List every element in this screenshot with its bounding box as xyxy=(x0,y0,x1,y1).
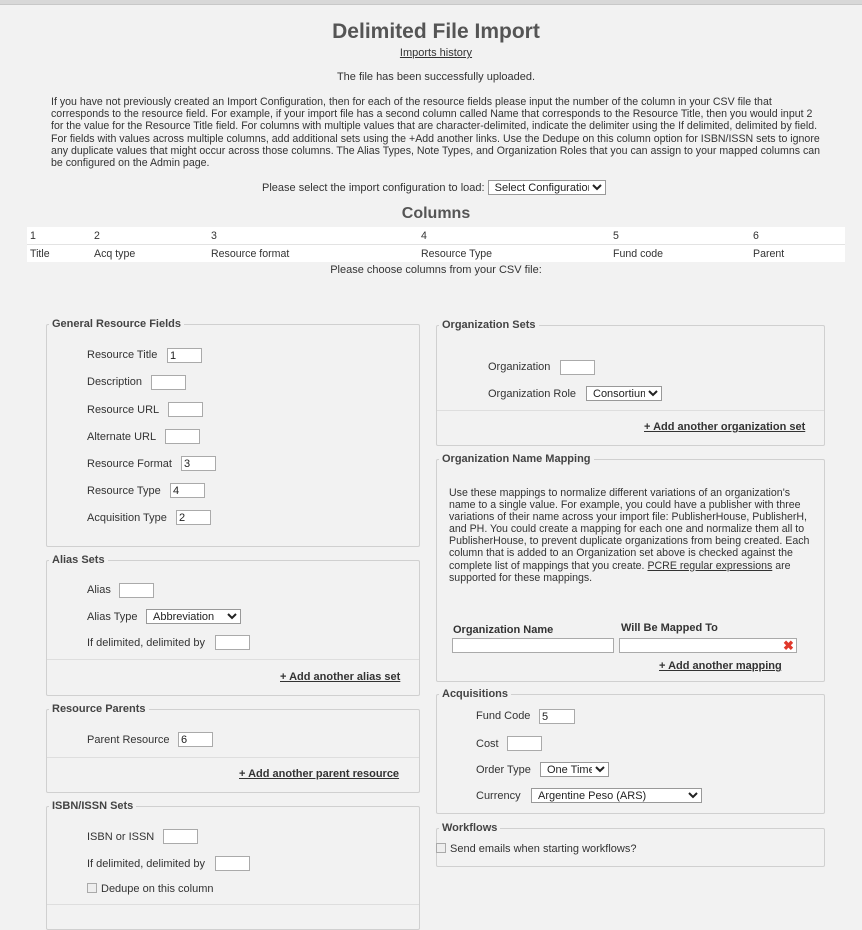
parent-resource-input[interactable] xyxy=(178,732,213,747)
cost-label: Cost xyxy=(476,738,499,750)
parent-resource-label: Parent Resource xyxy=(87,734,170,746)
resource-url-input[interactable] xyxy=(168,402,203,417)
page-title: Delimited File Import xyxy=(332,20,540,43)
description-label: Description xyxy=(87,376,143,388)
currency-label: Currency xyxy=(476,790,521,802)
parents-divider xyxy=(47,757,419,758)
top-border xyxy=(0,0,862,5)
column-number: 3 xyxy=(208,227,418,245)
config-row: Please select the import configuration t… xyxy=(262,180,606,195)
column-number: 6 xyxy=(750,227,845,245)
organization-label: Organization xyxy=(488,361,551,373)
add-organization-set-link[interactable]: + Add another organization set xyxy=(644,421,805,433)
alias-sets-legend: Alias Sets xyxy=(52,554,105,566)
alias-type-select[interactable]: Abbreviation xyxy=(146,609,241,624)
isbn-issn-input[interactable] xyxy=(163,829,198,844)
dedupe-label: Dedupe on this column xyxy=(101,883,214,895)
order-type-label: Order Type xyxy=(476,764,531,776)
mapped-to-input[interactable] xyxy=(619,638,797,653)
imports-history-link[interactable]: Imports history xyxy=(400,47,472,59)
fund-code-label: Fund Code xyxy=(476,710,531,722)
add-parent-resource-link[interactable]: + Add another parent resource xyxy=(239,768,399,780)
imports-history-container: Imports history xyxy=(0,47,862,59)
config-label: Please select the import configuration t… xyxy=(262,182,485,194)
org-name-column-header: Organization Name xyxy=(453,624,554,636)
add-mapping-link[interactable]: + Add another mapping xyxy=(659,660,782,672)
columns-heading: Columns xyxy=(401,205,471,222)
alias-delimiter-input[interactable] xyxy=(215,635,250,650)
acquisitions-legend: Acquisitions xyxy=(442,688,509,700)
fund-code-input[interactable] xyxy=(539,709,575,724)
isbn-delimiter-label: If delimited, delimited by xyxy=(87,858,205,870)
org-mapping-description: Use these mappings to normalize differen… xyxy=(449,487,817,584)
org-sets-divider xyxy=(437,410,824,411)
cost-input[interactable] xyxy=(507,736,542,751)
upload-message: The file has been successfully uploaded. xyxy=(336,71,536,83)
close-icon[interactable]: ✖ xyxy=(783,639,794,652)
isbn-divider xyxy=(47,904,419,905)
choose-columns-text: Please choose columns from your CSV file… xyxy=(330,264,542,276)
organization-role-select[interactable]: Consortium xyxy=(586,386,662,401)
column-name: Title xyxy=(30,247,50,260)
pcre-link[interactable]: PCRE regular expressions xyxy=(647,560,772,572)
dedupe-checkbox[interactable] xyxy=(87,883,97,893)
resource-format-input[interactable] xyxy=(181,456,216,471)
isbn-issn-legend: ISBN/ISSN Sets xyxy=(52,800,134,812)
resource-url-label: Resource URL xyxy=(87,404,160,416)
acquisition-type-label: Acquisition Type xyxy=(87,512,167,524)
column-name: Parent xyxy=(753,247,785,260)
isbn-issn-label: ISBN or ISSN xyxy=(87,831,155,843)
column-number: 1 xyxy=(27,227,91,245)
column-number: 4 xyxy=(418,227,610,245)
resource-parents-legend: Resource Parents xyxy=(52,703,146,715)
acquisition-type-input[interactable] xyxy=(176,510,211,525)
column-name-row: Title Acq type Resource format Resource … xyxy=(27,245,845,263)
column-number: 5 xyxy=(610,227,750,245)
resource-type-label: Resource Type xyxy=(87,485,161,497)
org-name-mapping-legend: Organization Name Mapping xyxy=(442,453,591,465)
isbn-delimiter-input[interactable] xyxy=(215,856,250,871)
column-name: Resource format xyxy=(211,247,290,260)
column-name: Resource Type xyxy=(421,247,493,260)
resource-type-input[interactable] xyxy=(170,483,205,498)
workflows-legend: Workflows xyxy=(442,822,498,834)
organization-input[interactable] xyxy=(560,360,595,375)
alternate-url-label: Alternate URL xyxy=(87,431,157,443)
order-type-select[interactable]: One Time xyxy=(540,762,609,777)
columns-table: 1 2 3 4 5 6 Title Acq type Resource form… xyxy=(27,227,845,262)
config-select[interactable]: Select Configuration xyxy=(487,180,606,195)
org-name-input[interactable] xyxy=(452,638,614,653)
mapped-to-column-header: Will Be Mapped To xyxy=(621,622,718,634)
send-emails-label: Send emails when starting workflows? xyxy=(450,843,637,855)
alias-delimiter-label: If delimited, delimited by xyxy=(87,637,205,649)
organization-sets-legend: Organization Sets xyxy=(442,319,536,331)
general-resource-legend: General Resource Fields xyxy=(52,318,181,330)
resource-format-label: Resource Format xyxy=(87,458,172,470)
currency-select[interactable]: Argentine Peso (ARS) xyxy=(531,788,702,803)
alternate-url-input[interactable] xyxy=(165,429,200,444)
alias-input[interactable] xyxy=(119,583,154,598)
column-number-row: 1 2 3 4 5 6 xyxy=(27,227,845,245)
add-alias-set-link[interactable]: + Add another alias set xyxy=(280,671,400,683)
instructions-text: If you have not previously created an Im… xyxy=(51,96,821,170)
send-emails-checkbox[interactable] xyxy=(436,843,446,853)
description-input[interactable] xyxy=(151,375,186,390)
column-name: Fund code xyxy=(613,247,664,260)
alias-label: Alias xyxy=(87,584,111,596)
organization-role-label: Organization Role xyxy=(488,388,577,400)
alias-type-label: Alias Type xyxy=(87,611,138,623)
resource-title-label: Resource Title xyxy=(87,349,158,361)
alias-divider xyxy=(47,659,419,660)
resource-title-input[interactable] xyxy=(167,348,202,363)
column-name: Acq type xyxy=(94,247,136,260)
column-number: 2 xyxy=(91,227,208,245)
